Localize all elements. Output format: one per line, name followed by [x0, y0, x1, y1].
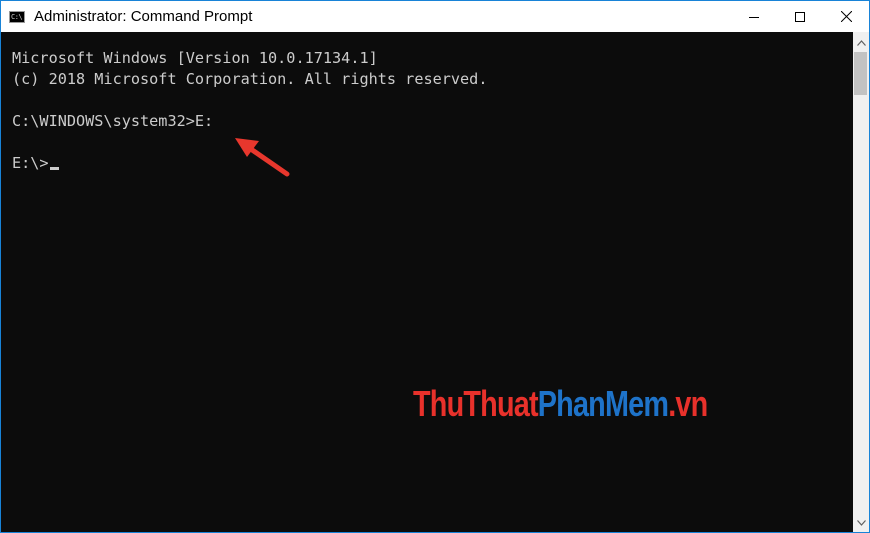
minimize-icon: [749, 16, 759, 18]
vertical-scrollbar[interactable]: [853, 32, 869, 532]
red-arrow-annotation: [235, 138, 290, 177]
command-prompt-window: C:\ Administrator: Command Prompt Micros…: [0, 0, 870, 533]
maximize-button[interactable]: [777, 1, 823, 32]
close-button[interactable]: [823, 1, 869, 32]
console-line: C:\WINDOWS\system32>E:: [12, 112, 214, 130]
window-title: Administrator: Command Prompt: [34, 8, 253, 25]
watermark-part-domain: .vn: [668, 383, 708, 424]
text-cursor: [49, 167, 59, 170]
command-prompt-app-icon[interactable]: C:\: [9, 10, 25, 23]
minimize-button[interactable]: [731, 1, 777, 32]
scroll-down-button[interactable]: [853, 514, 869, 531]
console-prompt: E:\>: [12, 154, 49, 172]
console-prompt-line[interactable]: E:\>: [12, 153, 853, 174]
title-bar[interactable]: C:\ Administrator: Command Prompt: [1, 1, 869, 32]
console-output[interactable]: Microsoft Windows [Version 10.0.17134.1]…: [1, 32, 853, 532]
console-line: (c) 2018 Microsoft Corporation. All righ…: [12, 70, 488, 88]
maximize-icon: [795, 11, 805, 22]
watermark-part-phanmem: PhanMem: [537, 383, 669, 424]
chevron-down-icon: [856, 519, 866, 526]
scroll-up-button[interactable]: [853, 34, 869, 51]
console-line: Microsoft Windows [Version 10.0.17134.1]: [12, 49, 378, 67]
scrollbar-thumb[interactable]: [854, 52, 867, 95]
watermark-part-thuthuat: ThuThuat: [413, 383, 539, 424]
close-icon: [840, 11, 852, 22]
watermark-logo: ThuThuatPhanMem.vn: [413, 383, 708, 425]
chevron-up-icon: [856, 39, 866, 46]
caption-buttons: [731, 1, 869, 32]
app-icon-glyph: C:\: [11, 12, 23, 21]
